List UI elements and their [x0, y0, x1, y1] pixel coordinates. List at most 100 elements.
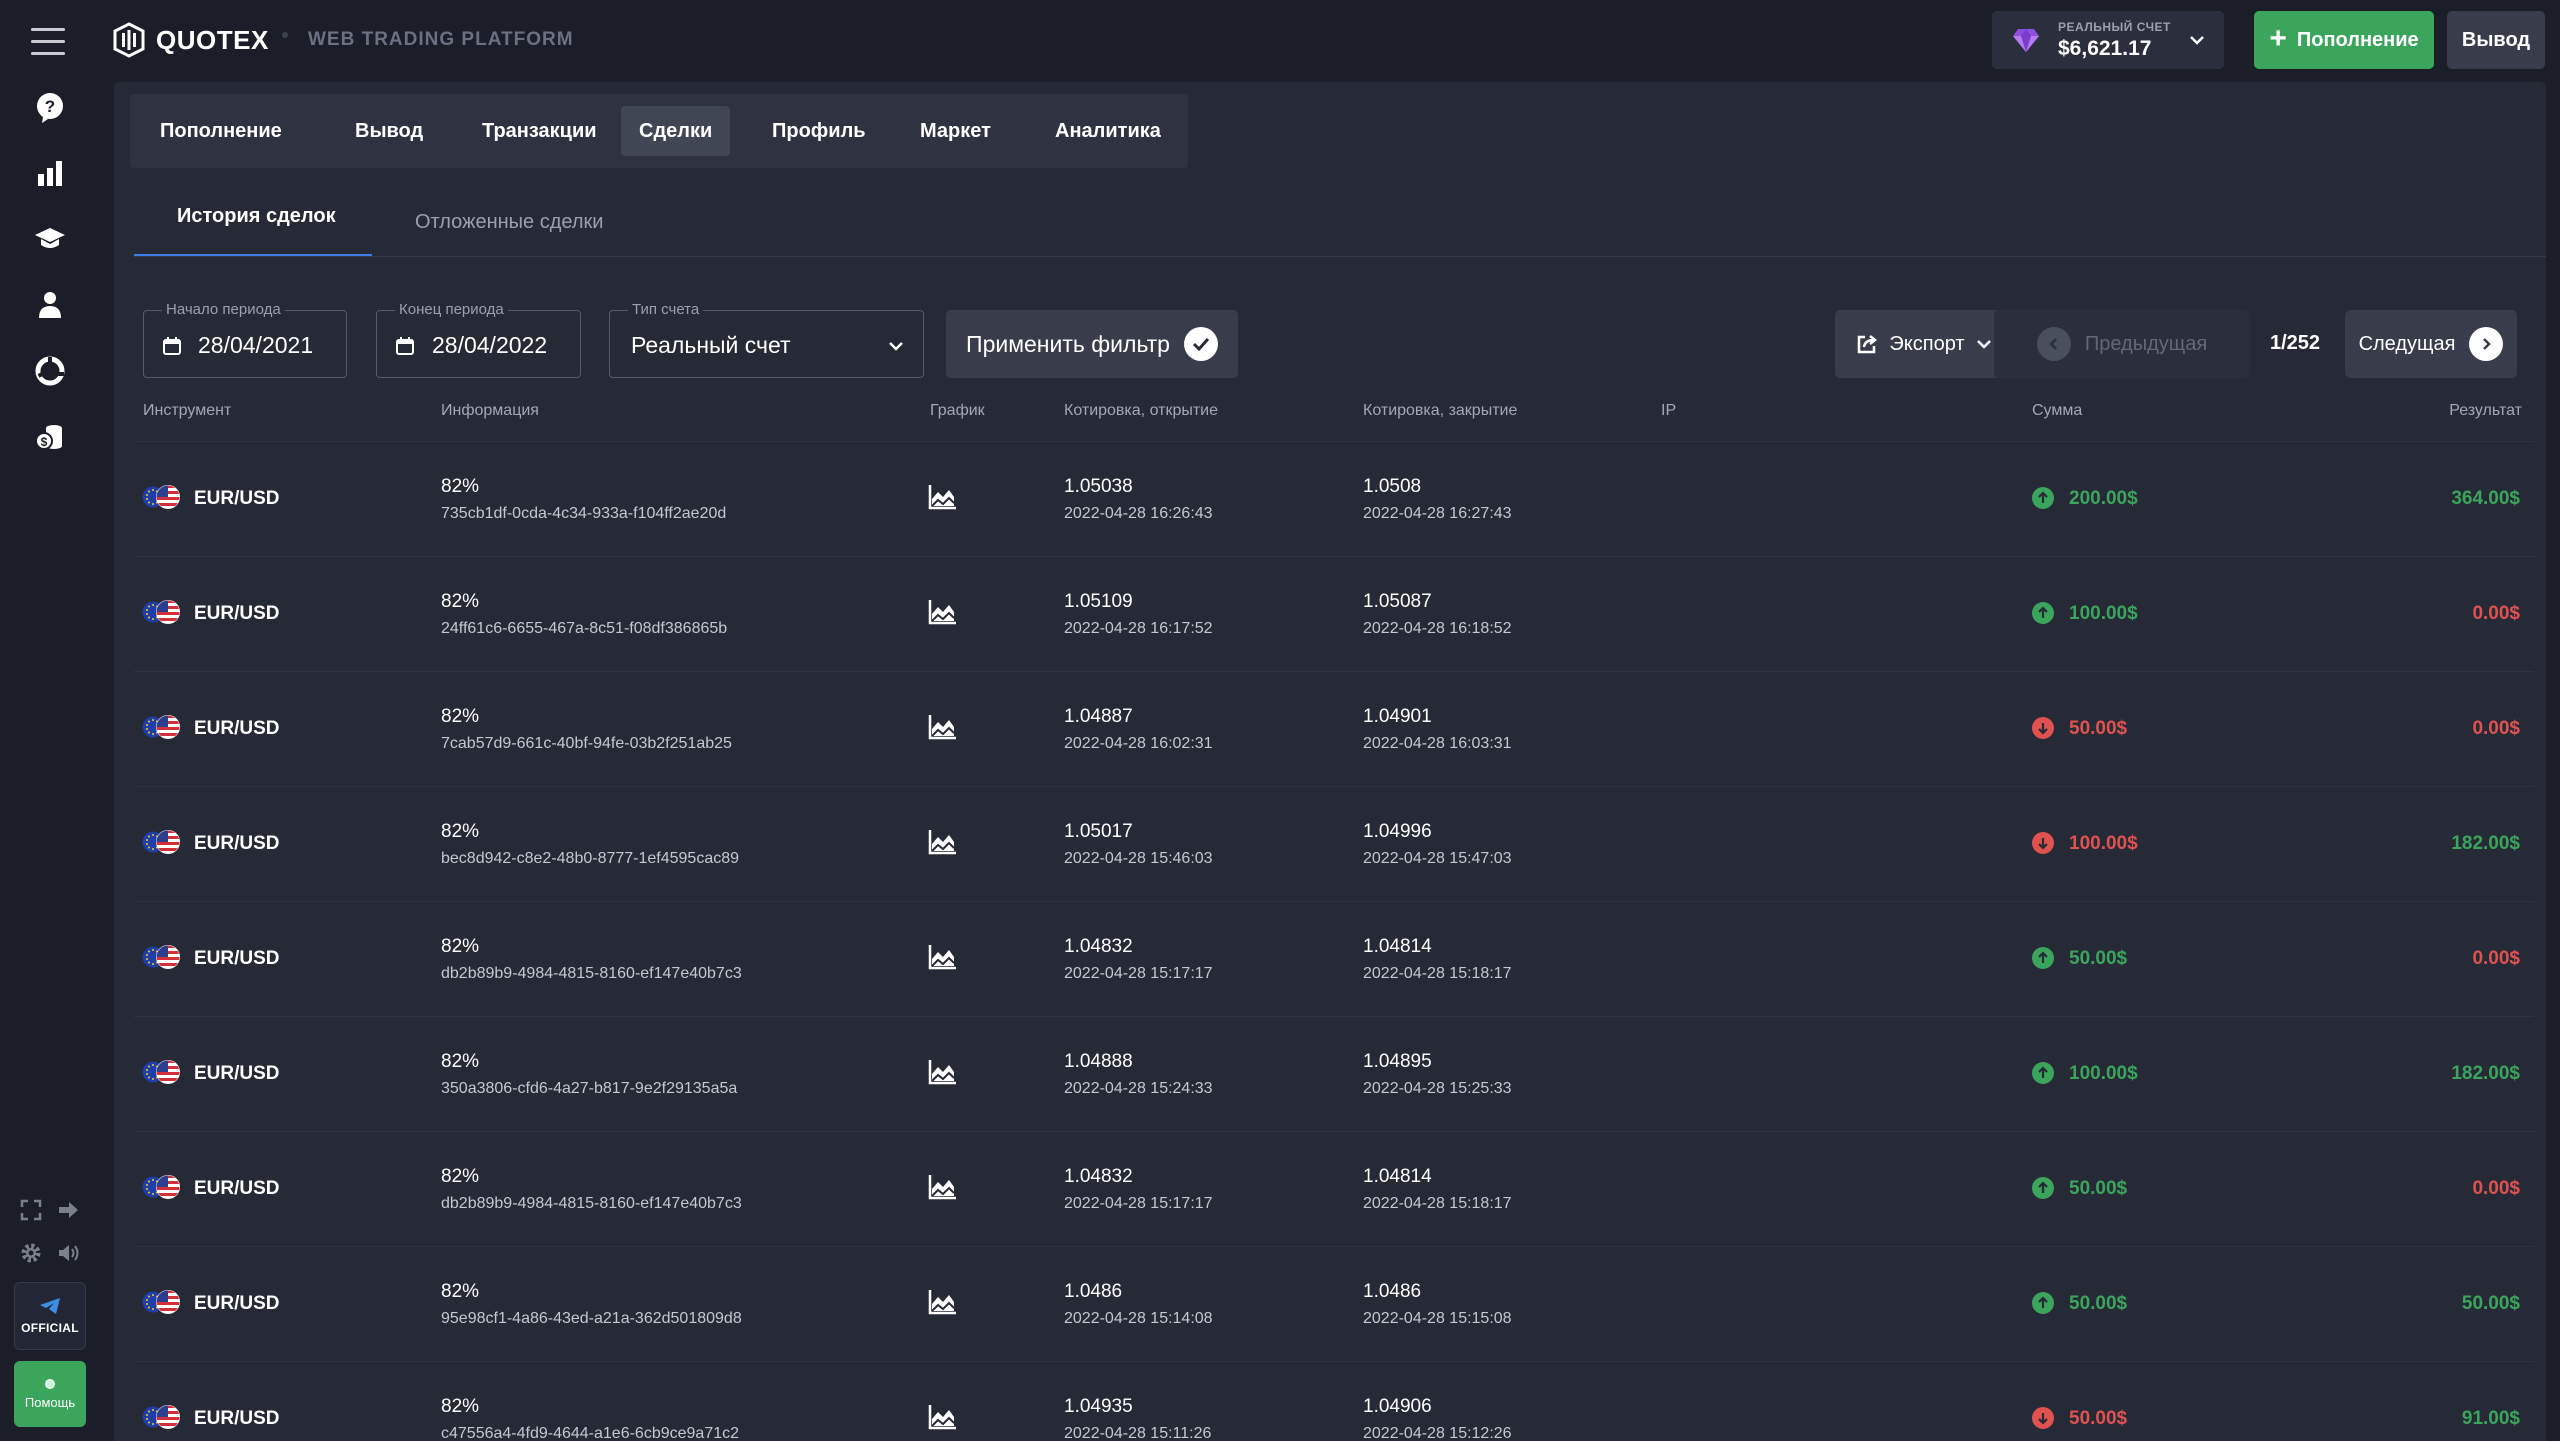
tab-transactions[interactable]: Транзакции: [464, 106, 615, 156]
online-dot-icon: [45, 1378, 55, 1389]
table-row[interactable]: EUR/USD 82% db2b89b9-4984-4815-8160-ef14…: [134, 901, 2534, 1011]
sound-icon[interactable]: [54, 1239, 82, 1267]
table-row[interactable]: EUR/USD 82% 350a3806-cfd6-4a27-b817-9e2f…: [134, 1016, 2534, 1126]
table-row[interactable]: EUR/USD 82% db2b89b9-4984-4815-8160-ef14…: [134, 1131, 2534, 1241]
chevron-down-icon: [1976, 340, 1991, 349]
account-type-select-value: Реальный счет: [631, 332, 791, 358]
table-row[interactable]: EUR/USD 82% 95e98cf1-4a86-43ed-a21a-362d…: [134, 1246, 2534, 1356]
tab-trades[interactable]: Сделки: [621, 106, 731, 156]
start-date-field[interactable]: Начало периода 28/04/2021: [143, 301, 347, 378]
trade-chart-icon[interactable]: [928, 1402, 958, 1430]
trade-id: 7cab57d9-661c-40bf-94fe-03b2f251ab25: [441, 735, 732, 752]
table-row[interactable]: EUR/USD 82% 24ff61c6-6655-467a-8c51-f08d…: [134, 556, 2534, 666]
trade-amount: 50.00$: [2069, 718, 2128, 739]
close-time: 2022-04-28 15:47:03: [1363, 850, 1512, 867]
instrument-symbol: EUR/USD: [194, 603, 280, 624]
trade-id: bec8d942-c8e2-48b0-8777-1ef4595cac89: [441, 850, 740, 867]
trade-chart-icon[interactable]: [928, 942, 958, 970]
column-header-ip[interactable]: IP: [1661, 402, 1676, 420]
close-time: 2022-04-28 15:15:08: [1363, 1310, 1512, 1327]
trade-chart-icon[interactable]: [928, 1057, 958, 1085]
tab-profile[interactable]: Профиль: [754, 106, 884, 156]
subtab-pending[interactable]: Отложенные сделки: [415, 211, 603, 234]
market-icon[interactable]: [30, 351, 70, 391]
trade-chart-icon[interactable]: [928, 1172, 958, 1200]
column-header-info[interactable]: Информация: [441, 402, 539, 420]
trade-id: db2b89b9-4984-4815-8160-ef147e40b7c3: [441, 965, 742, 982]
check-icon: [1183, 327, 1218, 361]
payout-percent: 82%: [441, 591, 480, 612]
education-icon[interactable]: [30, 219, 70, 259]
withdraw-button[interactable]: Вывод: [2447, 11, 2545, 69]
payout-percent: 82%: [441, 1166, 480, 1187]
open-time: 2022-04-28 15:46:03: [1064, 850, 1213, 867]
instrument-symbol: EUR/USD: [194, 1408, 280, 1429]
trade-amount: 50.00$: [2069, 1408, 2128, 1429]
account-selector[interactable]: РЕАЛЬНЫЙ СЧЕТ $6,621.17: [1992, 11, 2224, 69]
close-quote: 1.05087: [1363, 591, 1432, 612]
account-type-select[interactable]: Тип счета Реальный счет: [609, 301, 924, 378]
payout-percent: 82%: [441, 936, 480, 957]
official-telegram-button[interactable]: OFFICIAL: [14, 1282, 86, 1350]
svg-text:$: $: [41, 435, 48, 449]
arrow-down-icon: [2032, 717, 2054, 739]
column-header-amount[interactable]: Сумма: [2032, 402, 2082, 420]
trade-chart-icon[interactable]: [928, 827, 958, 855]
trade-chart-icon[interactable]: [928, 482, 958, 510]
trade-chart-icon[interactable]: [928, 1287, 958, 1315]
end-date-label: Конец периода: [395, 301, 508, 318]
column-header-result[interactable]: Результат: [2449, 402, 2522, 420]
close-quote: 1.04901: [1363, 706, 1432, 727]
tab-deposit[interactable]: Пополнение: [142, 106, 300, 156]
column-header-chart[interactable]: График: [930, 402, 985, 420]
quotex-logo-icon: [113, 22, 145, 58]
export-button[interactable]: Экспорт: [1835, 310, 2013, 378]
instrument-symbol: EUR/USD: [194, 1178, 280, 1199]
end-date-field[interactable]: Конец периода 28/04/2022: [376, 301, 581, 378]
account-balance: $6,621.17: [2058, 37, 2152, 60]
tab-analytics[interactable]: Аналитика: [1037, 106, 1179, 156]
table-row[interactable]: EUR/USD 82% 7cab57d9-661c-40bf-94fe-03b2…: [134, 671, 2534, 781]
eur-usd-flag-icon: [142, 1405, 180, 1429]
tab-market[interactable]: Маркет: [902, 106, 1009, 156]
logout-icon[interactable]: [54, 1196, 82, 1224]
chevron-right-icon: [2469, 327, 2504, 361]
settings-icon[interactable]: [17, 1239, 45, 1267]
open-quote: 1.04887: [1064, 706, 1133, 727]
deposit-button[interactable]: + Пополнение: [2254, 11, 2434, 69]
svg-text:?: ?: [45, 97, 55, 116]
fullscreen-icon[interactable]: [17, 1196, 45, 1224]
next-page-button[interactable]: Следущая: [2345, 310, 2517, 378]
apply-filter-label: Применить фильтр: [966, 330, 1170, 357]
open-quote: 1.0486: [1064, 1281, 1123, 1302]
tab-withdraw[interactable]: Вывод: [337, 106, 441, 156]
column-header-instrument[interactable]: Инструмент: [143, 402, 231, 420]
help-button[interactable]: Помощь: [14, 1361, 86, 1427]
trade-result: 0.00$: [2472, 718, 2520, 739]
close-quote: 1.04814: [1363, 936, 1432, 957]
chart-icon[interactable]: [30, 153, 70, 193]
logo[interactable]: QUOTEX: [112, 22, 269, 58]
table-row[interactable]: EUR/USD 82% 735cb1df-0cda-4c34-933a-f104…: [134, 441, 2534, 551]
help-icon[interactable]: ?: [30, 88, 70, 128]
apply-filter-button[interactable]: Применить фильтр: [946, 310, 1238, 378]
menu-icon[interactable]: [31, 28, 65, 56]
coins-icon[interactable]: $: [30, 417, 70, 457]
previous-page-button[interactable]: Предыдущая: [1994, 310, 2250, 378]
column-header-close-quote[interactable]: Котировка, закрытие: [1363, 402, 1517, 420]
chevron-left-icon: [2036, 327, 2071, 361]
table-row[interactable]: EUR/USD 82% bec8d942-c8e2-48b0-8777-1ef4…: [134, 786, 2534, 896]
trade-chart-icon[interactable]: [928, 712, 958, 740]
trade-chart-icon[interactable]: [928, 597, 958, 625]
open-time: 2022-04-28 16:26:43: [1064, 505, 1213, 522]
arrow-up-icon: [2032, 602, 2054, 624]
column-header-open-quote[interactable]: Котировка, открытие: [1064, 402, 1218, 420]
trade-id: c47556a4-4fd9-4644-a1e6-6cb9ce9a71c2: [441, 1425, 740, 1441]
eur-usd-flag-icon: [142, 945, 180, 969]
open-quote: 1.04935: [1064, 1396, 1133, 1417]
profile-icon[interactable]: [30, 285, 70, 325]
table-row[interactable]: EUR/USD 82% c47556a4-4fd9-4644-a1e6-6cb9…: [134, 1361, 2534, 1441]
trade-amount: 100.00$: [2069, 833, 2138, 854]
trade-result: 0.00$: [2472, 603, 2520, 624]
subtab-history[interactable]: История сделок: [177, 205, 336, 228]
